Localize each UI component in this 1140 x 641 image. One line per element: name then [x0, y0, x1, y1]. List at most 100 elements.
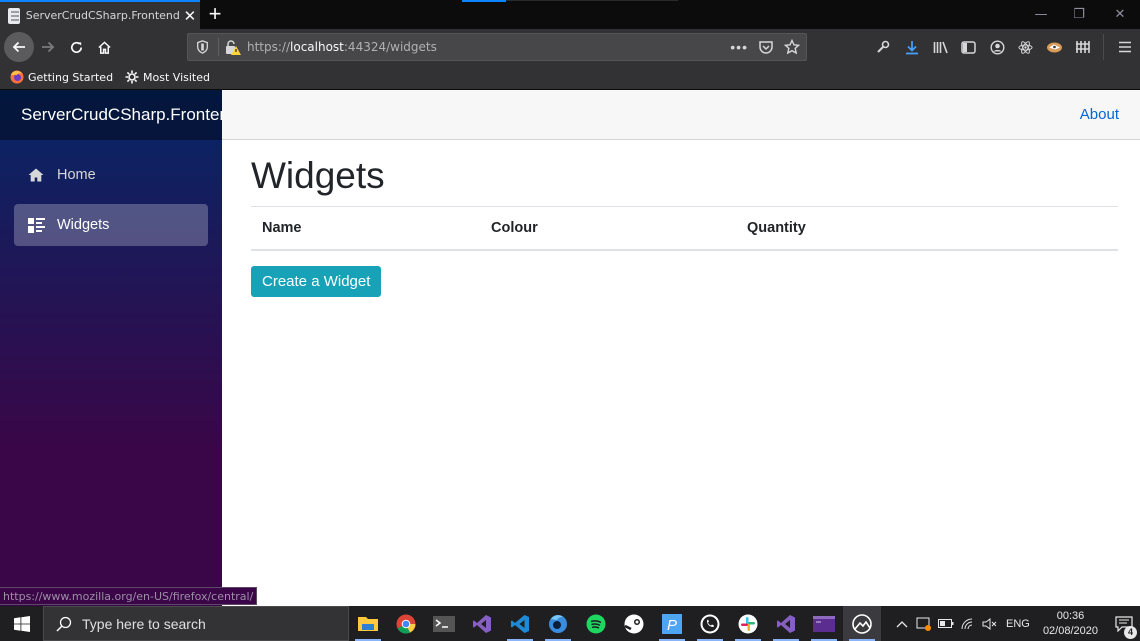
widgets-table: Name Colour Quantity: [251, 206, 1118, 252]
pocket-icon[interactable]: [758, 40, 774, 55]
sidebar-item-widgets[interactable]: Widgets: [14, 204, 208, 246]
link-status-tooltip: https://www.mozilla.org/en-US/firefox/ce…: [0, 587, 258, 605]
brand-row: ServerCrudCSharp.Frontend: [0, 90, 238, 140]
firefox-active-icon[interactable]: [843, 606, 881, 641]
tracking-protection-icon[interactable]: [190, 40, 214, 54]
column-header-name: Name: [251, 206, 480, 252]
reload-icon: [70, 41, 82, 53]
windows-taskbar: Type here to search P ENG 00:36 02/08/20…: [0, 606, 1140, 641]
visual-studio-icon[interactable]: [463, 606, 501, 641]
containers-icon[interactable]: [1069, 29, 1098, 65]
bookmark-star-icon[interactable]: [784, 39, 800, 55]
column-header-colour: Colour: [480, 206, 736, 252]
home-icon: [27, 168, 45, 182]
tab-indicator: [462, 0, 506, 2]
slack-icon[interactable]: [729, 606, 767, 641]
insecure-lock-icon[interactable]: [223, 39, 243, 55]
react-devtools-icon[interactable]: [1012, 29, 1041, 65]
svg-text:P: P: [667, 617, 677, 634]
p-app-icon[interactable]: P: [653, 606, 691, 641]
sidebar-item-label: Home: [57, 167, 96, 183]
address-bar[interactable]: https://localhost:44324/widgets •••: [187, 33, 807, 61]
url-text[interactable]: https://localhost:44324/widgets: [247, 40, 437, 54]
reload-button[interactable]: [61, 32, 91, 62]
home-button[interactable]: [89, 32, 119, 62]
list-icon: [27, 217, 45, 233]
tab-strip-line: [506, 0, 678, 1]
taskbar-apps: P: [349, 606, 881, 641]
windows-logo-icon: [13, 615, 30, 632]
minimize-button[interactable]: —: [1021, 0, 1061, 29]
search-icon: [56, 616, 72, 632]
clock-time: 00:36: [1056, 609, 1085, 622]
account-icon[interactable]: [983, 29, 1012, 65]
bookmarks-bar: Getting Started Most Visited: [0, 65, 1140, 90]
chrome-icon[interactable]: [387, 606, 425, 641]
new-tab-button[interactable]: +: [204, 2, 226, 27]
sidebar-item-label: Widgets: [57, 217, 110, 233]
console-icon[interactable]: [805, 606, 843, 641]
content: Widgets Name Colour Quantity Create a Wi…: [222, 140, 1140, 298]
forward-button[interactable]: [33, 32, 63, 62]
taskbar-search[interactable]: Type here to search: [43, 606, 349, 641]
window-close-button[interactable]: ✕: [1100, 0, 1140, 29]
home-icon: [97, 40, 111, 54]
meet-now-icon[interactable]: [913, 617, 935, 631]
tab-title: ServerCrudCSharp.Frontend: [25, 9, 180, 22]
start-button[interactable]: [0, 606, 43, 641]
clock-date: 02/08/2020: [1042, 624, 1098, 637]
sidebar-icon[interactable]: [955, 29, 984, 65]
app-brand[interactable]: ServerCrudCSharp.Frontend: [21, 105, 238, 125]
chevron-up-icon[interactable]: [891, 620, 913, 628]
whatsapp-icon[interactable]: [691, 606, 729, 641]
url-separator: [218, 38, 219, 56]
search-placeholder: Type here to search: [82, 615, 206, 632]
tab-close-icon[interactable]: ✕: [180, 7, 200, 25]
toolbar-separator: [1103, 34, 1104, 60]
notification-count: 4: [1124, 625, 1137, 639]
column-header-quantity: Quantity: [736, 206, 1118, 252]
arrow-right-icon: [42, 41, 55, 53]
page-title: Widgets: [251, 155, 385, 196]
browser-tab[interactable]: ServerCrudCSharp.Frontend ✕: [0, 0, 200, 29]
sidebar-item-home[interactable]: Home: [14, 154, 208, 196]
steam-icon[interactable]: [615, 606, 653, 641]
url-actions: •••: [730, 34, 800, 60]
volume-muted-icon[interactable]: [979, 617, 1001, 630]
vscode-icon[interactable]: [501, 606, 539, 641]
bookmark-label: Getting Started: [28, 70, 114, 84]
system-tray: ENG 00:36 02/08/2020 4: [891, 606, 1140, 641]
table-header-row: Name Colour Quantity: [251, 206, 1118, 252]
library-icon[interactable]: [926, 29, 955, 65]
bookmark-getting-started[interactable]: Getting Started: [10, 70, 113, 84]
bookmark-most-visited[interactable]: Most Visited: [125, 70, 210, 84]
browser-toolbar: https://localhost:44324/widgets •••: [0, 29, 1140, 65]
battery-icon[interactable]: [935, 619, 957, 628]
page-actions-icon[interactable]: •••: [730, 39, 748, 55]
spotify-icon[interactable]: [577, 606, 615, 641]
action-center-button[interactable]: 4: [1108, 615, 1140, 639]
clock[interactable]: 00:36 02/08/2020: [1043, 609, 1098, 639]
back-button[interactable]: [4, 32, 34, 62]
web-page: ServerCrudCSharp.Frontend Home Widgets A…: [0, 90, 1140, 606]
about-link[interactable]: About: [1080, 106, 1119, 123]
toolbar-icons: [869, 29, 1140, 65]
language-indicator[interactable]: ENG: [1001, 618, 1035, 630]
visual-studio-2-icon[interactable]: [767, 606, 805, 641]
firefox-icon: [10, 70, 24, 84]
arrow-left-icon: [12, 41, 25, 53]
hamburger-menu-icon[interactable]: [1110, 29, 1140, 65]
create-widget-button[interactable]: Create a Widget: [251, 266, 382, 298]
bookmark-label: Most Visited: [143, 70, 210, 84]
restore-button[interactable]: ❐: [1059, 0, 1099, 29]
wrench-icon[interactable]: [869, 29, 898, 65]
main-content: About Widgets Name Colour Quantity Creat…: [222, 90, 1140, 606]
firefox-dev-icon[interactable]: [539, 606, 577, 641]
file-explorer-icon[interactable]: [349, 606, 387, 641]
download-icon[interactable]: [898, 29, 927, 65]
terminal-icon[interactable]: [425, 606, 463, 641]
sidebar-nav: Home Widgets: [0, 140, 222, 246]
extension-icon[interactable]: [1040, 29, 1069, 65]
wifi-icon[interactable]: [957, 618, 979, 630]
sidebar: ServerCrudCSharp.Frontend Home Widgets: [0, 90, 238, 606]
